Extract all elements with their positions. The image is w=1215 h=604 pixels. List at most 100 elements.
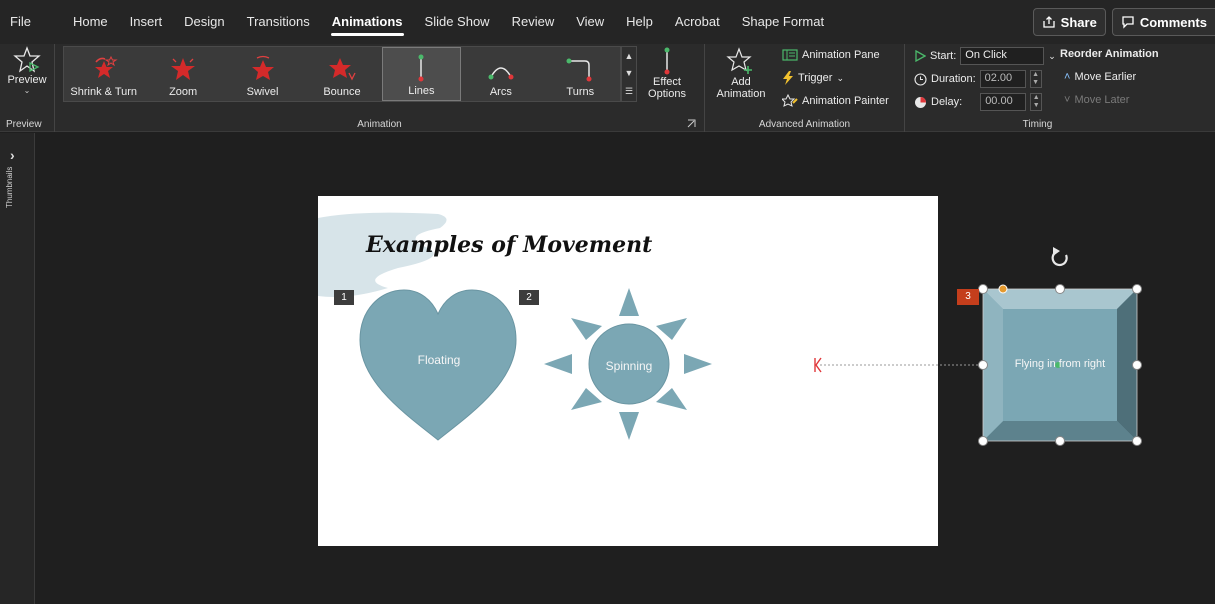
preview-group: Preview ⌄ Preview <box>0 44 55 132</box>
move-earlier-button[interactable]: ˄ Move Earlier <box>1064 71 1136 83</box>
lightning-icon <box>783 71 793 85</box>
animation-badge-2[interactable]: 2 <box>519 290 539 305</box>
timing-group-label: Timing <box>1022 119 1053 130</box>
tab-acrobat[interactable]: Acrobat <box>664 0 731 44</box>
tab-view[interactable]: View <box>565 0 615 44</box>
gallery-item-zoom[interactable]: Zoom <box>143 47 222 101</box>
scroll-down-icon[interactable]: ▼ <box>625 68 634 78</box>
animation-painter-icon <box>782 94 798 107</box>
share-icon <box>1043 16 1055 28</box>
lines-path-icon <box>418 54 424 82</box>
tab-transitions[interactable]: Transitions <box>236 0 321 44</box>
tab-slide-show[interactable]: Slide Show <box>414 0 501 44</box>
add-animation-line2: Animation <box>716 88 766 100</box>
heart-text: Floating <box>417 353 461 367</box>
tab-help[interactable]: Help <box>615 0 664 44</box>
gallery-item-swivel[interactable]: Swivel <box>223 47 302 101</box>
tab-insert[interactable]: Insert <box>119 0 174 44</box>
effect-options-line1: Effect <box>653 76 681 88</box>
preview-group-label: Preview <box>6 119 42 130</box>
share-label: Share <box>1060 14 1097 30</box>
duration-spinner[interactable]: ▲ ▼ <box>1029 70 1042 88</box>
thumbnails-pane: › Thumbnails <box>0 133 35 604</box>
gallery-label: Zoom <box>169 86 198 98</box>
trigger-label: Trigger <box>798 72 833 84</box>
chevron-up-icon: ˄ <box>1064 71 1071 83</box>
gallery-label: Turns <box>566 86 595 98</box>
duration-input[interactable]: 02.00 <box>979 70 1026 88</box>
tab-shape-format[interactable]: Shape Format <box>731 0 835 44</box>
start-select[interactable]: On Click <box>960 47 1045 65</box>
preview-star-icon <box>13 46 41 73</box>
gallery-item-shrink-turn[interactable]: Shrink & Turn <box>64 47 143 101</box>
delay-control: Delay: 00.00 ▲ ▼ <box>914 93 1043 111</box>
slide-title[interactable]: Examples of Movement <box>366 232 652 258</box>
thumbnails-label: Thumbnails <box>5 166 14 208</box>
tab-design[interactable]: Design <box>173 0 235 44</box>
powerpoint-window: File Home Insert Design Transitions Anim… <box>0 0 1215 604</box>
chevron-down-icon: ˅ <box>1064 94 1071 106</box>
animations-ribbon: Preview ⌄ Preview Animation Shrink & Tur… <box>0 44 1215 132</box>
start-dropdown-icon[interactable]: ⌄ <box>1048 51 1056 62</box>
start-control: Start: On Click ⌄ <box>914 47 1056 65</box>
gallery-item-turns[interactable]: Turns <box>541 47 620 101</box>
move-later-button[interactable]: ˅ Move Later <box>1064 94 1129 106</box>
chevron-down-icon: ⌄ <box>836 72 844 83</box>
delay-spinner[interactable]: ▲ ▼ <box>1030 93 1043 111</box>
effect-options-button[interactable]: Effect Options <box>638 46 696 112</box>
square-text: Flying in from right <box>1014 358 1106 370</box>
duration-control: Duration: 02.00 ▲ ▼ <box>914 70 1042 88</box>
add-animation-button[interactable]: Add Animation <box>710 46 772 112</box>
gallery-item-bounce[interactable]: Bounce <box>302 47 381 101</box>
shrink-turn-star-icon <box>94 55 118 78</box>
rotate-handle-icon[interactable] <box>1051 247 1068 267</box>
tab-review[interactable]: Review <box>501 0 566 44</box>
play-icon <box>915 50 926 62</box>
preview-button[interactable]: Preview ⌄ <box>2 46 52 104</box>
arcs-path-icon <box>488 67 514 80</box>
heart-shape[interactable] <box>358 288 518 448</box>
animation-badge-1[interactable]: 1 <box>334 290 354 305</box>
ribbon-tabs: File Home Insert Design Transitions Anim… <box>0 0 1215 44</box>
share-button[interactable]: Share <box>1032 8 1106 36</box>
animation-badge-3[interactable]: 3 <box>957 289 979 305</box>
bounce-star-icon <box>328 58 356 81</box>
dialog-launcher-icon[interactable] <box>687 119 696 128</box>
effect-options-line2: Options <box>648 88 686 100</box>
trigger-button[interactable]: Trigger ⌄ <box>782 71 844 85</box>
comments-button[interactable]: Comments <box>1111 8 1215 36</box>
chevron-down-icon: ⌄ <box>23 86 31 95</box>
gallery-scroll[interactable]: ▲ ▼ ☰ <box>621 46 637 102</box>
slide-canvas[interactable]: Examples of Movement 1 2 Floating Spinni… <box>318 196 938 546</box>
tab-animations[interactable]: Animations <box>321 0 414 44</box>
gallery-item-lines[interactable]: Lines <box>381 47 462 101</box>
comments-label: Comments <box>1139 14 1207 30</box>
gallery-item-arcs[interactable]: Arcs <box>461 47 540 101</box>
animation-pane-button[interactable]: Animation Pane <box>782 49 880 61</box>
delay-clock-icon <box>915 96 926 108</box>
duration-label: Duration: <box>931 73 976 85</box>
animation-painter-button[interactable]: Animation Painter <box>782 94 889 108</box>
gallery-more-icon[interactable]: ☰ <box>625 86 633 97</box>
sun-text: Spinning <box>605 359 653 373</box>
delay-input[interactable]: 00.00 <box>980 93 1027 111</box>
add-animation-line1: Add <box>731 76 751 88</box>
tab-home[interactable]: Home <box>62 0 119 44</box>
animation-painter-label: Animation Painter <box>802 95 889 107</box>
gallery-label: Arcs <box>489 86 512 98</box>
gallery-label: Swivel <box>246 86 279 98</box>
add-star-icon <box>726 47 752 74</box>
start-label: Start: <box>930 50 957 62</box>
gallery-label: Bounce <box>323 86 361 98</box>
scroll-up-icon[interactable]: ▲ <box>625 51 634 61</box>
turns-path-icon <box>566 58 592 82</box>
gallery-label: Lines <box>408 85 435 97</box>
animation-gallery: Shrink & Turn Zoom Swivel Bounce Lines A… <box>63 46 621 102</box>
tab-file[interactable]: File <box>0 0 42 44</box>
zoom-star-icon <box>171 58 196 80</box>
swivel-star-icon <box>251 55 274 80</box>
animation-pane-label: Animation Pane <box>802 49 880 61</box>
clock-icon <box>914 72 927 86</box>
advanced-group-label: Advanced Animation <box>758 119 851 130</box>
move-earlier-label: Move Earlier <box>1074 71 1137 83</box>
